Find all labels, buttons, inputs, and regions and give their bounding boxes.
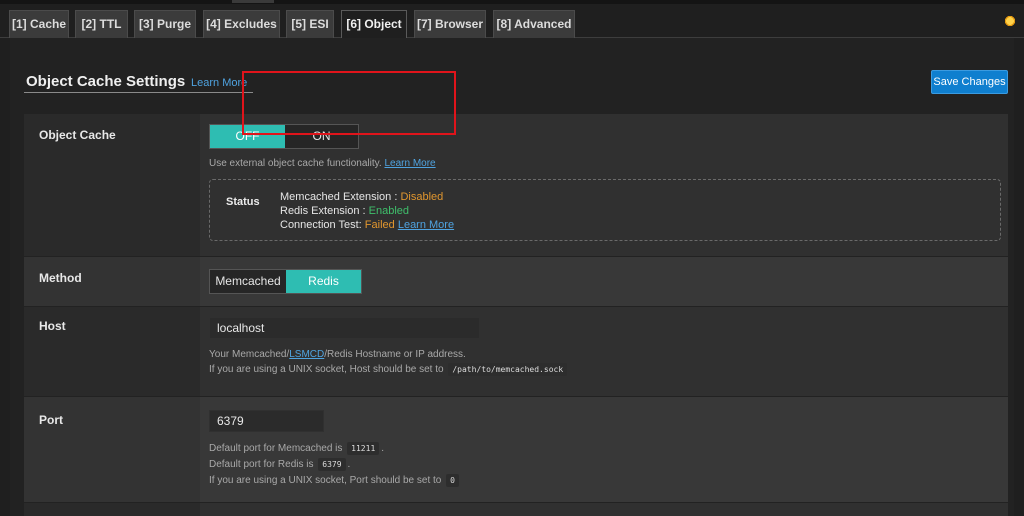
method-redis-option[interactable]: Redis <box>286 270 361 293</box>
redis-extension-value: Enabled <box>368 205 410 217</box>
status-label: Status <box>226 196 260 208</box>
memcached-extension-value: Disabled <box>400 191 444 203</box>
settings-tab-bar: [1] Cache [2] TTL [3] Purge [4] Excludes… <box>0 6 1024 39</box>
highlight-annotation-box <box>242 71 456 135</box>
socket-port-code: 0 <box>446 473 459 487</box>
connection-learn-more-link[interactable]: Learn More <box>398 219 454 231</box>
host-desc-pre: Your Memcached/ <box>209 349 290 360</box>
method-label: Method <box>39 271 82 285</box>
object-cache-description: Use external object cache functionality.… <box>209 156 436 171</box>
host-desc-line2: If you are using a UNIX socket, Host sho… <box>209 362 569 377</box>
host-row: Host localhost Your Memcached/LSMCD/Redi… <box>24 307 1008 396</box>
method-memcached-option[interactable]: Memcached <box>210 270 286 293</box>
host-description: Your Memcached/LSMCD/Redis Hostname or I… <box>209 347 569 377</box>
memcached-extension-status: Memcached Extension : Disabled <box>280 190 454 204</box>
top-strip-mark <box>232 0 274 3</box>
connection-test-value: Failed <box>364 219 395 231</box>
object-cache-label: Object Cache <box>39 128 116 142</box>
learn-more-link[interactable]: Learn More <box>191 77 247 89</box>
memcached-extension-label: Memcached Extension : <box>280 191 401 203</box>
lsmcd-link[interactable]: LSMCD <box>289 349 324 360</box>
port-row: Port 6379 Default port for Memcached is … <box>24 397 1008 502</box>
object-cache-learn-more-link[interactable]: Learn More <box>384 158 435 169</box>
tab-excludes[interactable]: [4] Excludes <box>203 10 280 38</box>
host-input[interactable]: localhost <box>209 317 480 339</box>
object-cache-desc-text: Use external object cache functionality. <box>209 158 382 169</box>
method-row: Method Memcached Redis <box>24 257 1008 306</box>
theme-sun-icon[interactable] <box>1004 15 1016 27</box>
tab-browser[interactable]: [7] Browser <box>414 10 486 38</box>
status-lines: Memcached Extension : Disabled Redis Ext… <box>280 190 454 232</box>
port-desc-memcached: Default port for Memcached is <box>209 443 343 454</box>
port-desc-socket: If you are using a UNIX socket, Port sho… <box>209 475 442 486</box>
page-title: Object Cache Settings <box>26 73 186 90</box>
redis-extension-label: Redis Extension : <box>280 205 369 217</box>
redis-extension-status: Redis Extension : Enabled <box>280 204 454 218</box>
next-row-partial <box>24 503 1008 516</box>
label-column <box>24 503 200 516</box>
host-desc-line1: Your Memcached/LSMCD/Redis Hostname or I… <box>209 347 569 362</box>
tab-object[interactable]: [6] Object <box>341 10 407 39</box>
tab-cache[interactable]: [1] Cache <box>9 10 69 38</box>
host-desc-post: /Redis Hostname or IP address. <box>324 349 466 360</box>
host-label: Host <box>39 319 66 333</box>
host-desc-socket-text: If you are using a UNIX socket, Host sho… <box>209 364 444 375</box>
tab-advanced[interactable]: [8] Advanced <box>493 10 575 38</box>
port-label: Port <box>39 413 63 427</box>
port-desc-line3: If you are using a UNIX socket, Port sho… <box>209 473 461 489</box>
connection-test-label: Connection Test: <box>280 219 365 231</box>
object-cache-row: Object Cache OFF ON Use external object … <box>24 114 1008 256</box>
title-underline <box>24 92 253 93</box>
port-desc-line1: Default port for Memcached is 11211. <box>209 441 385 455</box>
redis-port-code: 6379 <box>318 457 346 471</box>
port-desc-redis: Default port for Redis is <box>209 459 314 470</box>
port-desc-line2: Default port for Redis is 6379. <box>209 457 351 471</box>
host-socket-code: /path/to/memcached.sock <box>448 362 568 376</box>
tab-purge[interactable]: [3] Purge <box>134 10 196 38</box>
status-box: Status Memcached Extension : Disabled Re… <box>209 179 1001 241</box>
tab-esi[interactable]: [5] ESI <box>286 10 334 38</box>
top-admin-strip <box>0 0 1024 4</box>
connection-test-status: Connection Test: Failed Learn More <box>280 218 454 232</box>
memcached-port-code: 11211 <box>347 441 380 455</box>
save-changes-button[interactable]: Save Changes <box>931 70 1008 94</box>
tab-ttl[interactable]: [2] TTL <box>75 10 128 38</box>
port-description: Default port for Memcached is 11211. Def… <box>209 441 461 489</box>
method-toggle: Memcached Redis <box>209 269 362 294</box>
port-input[interactable]: 6379 <box>209 410 324 432</box>
